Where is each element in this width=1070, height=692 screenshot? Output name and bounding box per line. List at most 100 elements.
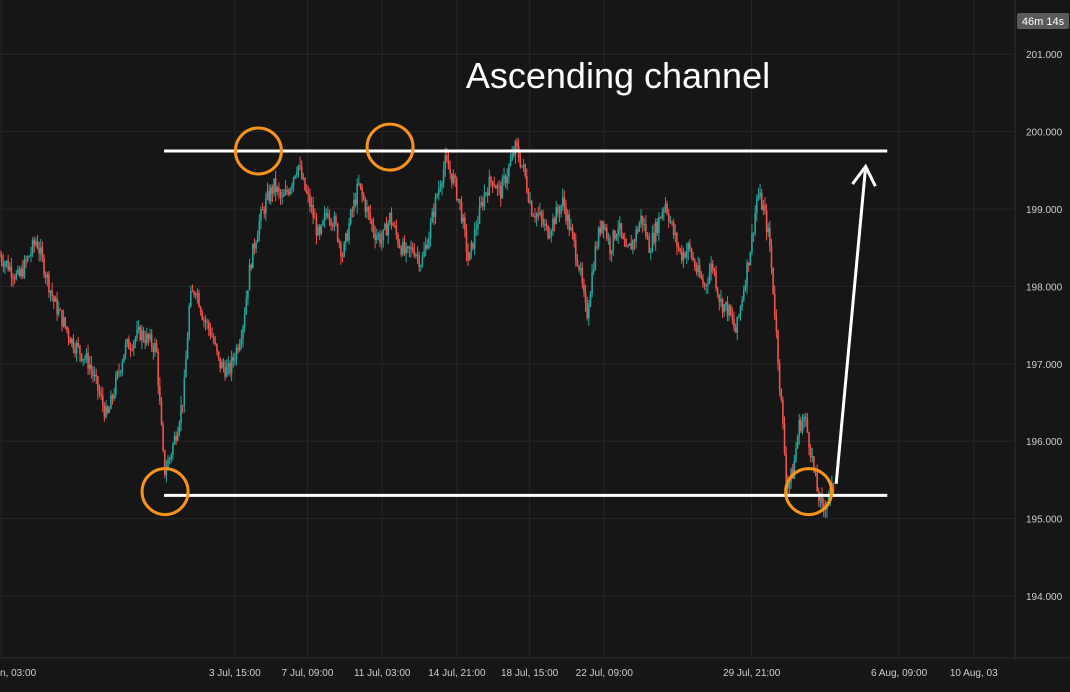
candle-body (592, 269, 595, 273)
candle-body (186, 337, 189, 359)
candle-body (506, 176, 509, 184)
candle-body (741, 300, 743, 307)
candle-body (168, 458, 171, 460)
candle-body (41, 247, 44, 257)
candle-body (415, 254, 417, 256)
candle-body (764, 205, 766, 211)
candle-body (495, 186, 497, 189)
candle-body (375, 236, 378, 240)
candle-body (470, 242, 473, 253)
candle-body (379, 234, 381, 244)
candle-body (752, 232, 755, 234)
candle-body (56, 298, 58, 315)
candle-body (216, 344, 218, 352)
candle-body (356, 184, 359, 205)
candle-body (439, 187, 442, 189)
candle-body (121, 362, 124, 372)
candle-body (687, 243, 690, 252)
candle-body (715, 271, 717, 289)
candle-body (570, 227, 572, 231)
candle-body (227, 363, 230, 367)
candle-body (219, 357, 221, 369)
candle-body (178, 423, 181, 433)
candle-body (664, 203, 667, 210)
candle-body (723, 304, 725, 313)
candle-body (173, 436, 176, 445)
candle-body (258, 220, 261, 235)
candle-body (711, 263, 714, 270)
x-tick-label: 18 Jul, 15:00 (501, 668, 559, 679)
candle-body (669, 221, 672, 223)
candle-body (48, 274, 50, 293)
candle-body (563, 197, 566, 207)
candle-body (8, 266, 11, 271)
candle-body (785, 453, 787, 482)
candle-body (700, 275, 703, 279)
candle-body (299, 165, 301, 167)
candle-body (266, 190, 269, 199)
candle-body (61, 310, 63, 327)
candle-body (338, 241, 341, 243)
candle-body (349, 210, 352, 224)
candle-body (397, 234, 399, 245)
candle-body (261, 209, 264, 211)
candle-body (64, 317, 67, 327)
candle-body (283, 194, 285, 197)
candle-body (33, 240, 36, 245)
candle-body (702, 278, 704, 285)
candle-body (783, 423, 786, 454)
candle-body (532, 215, 535, 217)
candle-body (772, 267, 774, 294)
candle-body (359, 183, 362, 187)
chart-title: Ascending channel (466, 55, 770, 96)
candle-body (211, 335, 213, 337)
candle-body (238, 343, 241, 351)
candle-body (680, 251, 683, 261)
candle-body (703, 284, 706, 286)
candle-body (437, 188, 440, 195)
candle-body (689, 243, 691, 249)
candle-body (66, 326, 68, 331)
candle-body (602, 220, 605, 230)
candle-body (632, 240, 634, 250)
candle-body (733, 318, 735, 328)
candle-body (579, 268, 582, 270)
candle-body (649, 251, 652, 254)
candle-body (92, 370, 94, 377)
candle-body (488, 176, 491, 196)
candle-body (141, 330, 143, 341)
candle-body (62, 317, 65, 327)
candle-body (139, 327, 142, 341)
candle-body (811, 456, 814, 458)
candle-body (59, 309, 62, 311)
candle-body (57, 309, 60, 315)
candle-body (610, 250, 613, 254)
candle-body (115, 376, 117, 395)
candle-body (84, 358, 86, 360)
candle-body (694, 260, 696, 268)
candle-body (428, 237, 430, 249)
candle-body (181, 405, 184, 407)
candle-body (558, 211, 561, 214)
candle-body (144, 339, 146, 344)
candle-body (372, 223, 375, 234)
candle-body (666, 203, 668, 214)
candle-body (770, 246, 773, 268)
candle-body (643, 224, 646, 226)
candle-body (612, 230, 615, 251)
candle-body (95, 374, 98, 377)
candle-body (583, 283, 585, 292)
candle-body (449, 169, 451, 174)
candle-body (760, 192, 763, 210)
candle-body (53, 296, 55, 302)
candle-body (529, 201, 531, 203)
candle-body (640, 215, 642, 224)
candle-body (136, 329, 138, 339)
candle-body (389, 213, 391, 223)
candle-body (132, 342, 135, 350)
candle-body (188, 306, 191, 338)
candle-body (627, 245, 629, 247)
candle-body (402, 241, 404, 255)
candle-body (490, 176, 492, 182)
candle-body (552, 218, 554, 232)
